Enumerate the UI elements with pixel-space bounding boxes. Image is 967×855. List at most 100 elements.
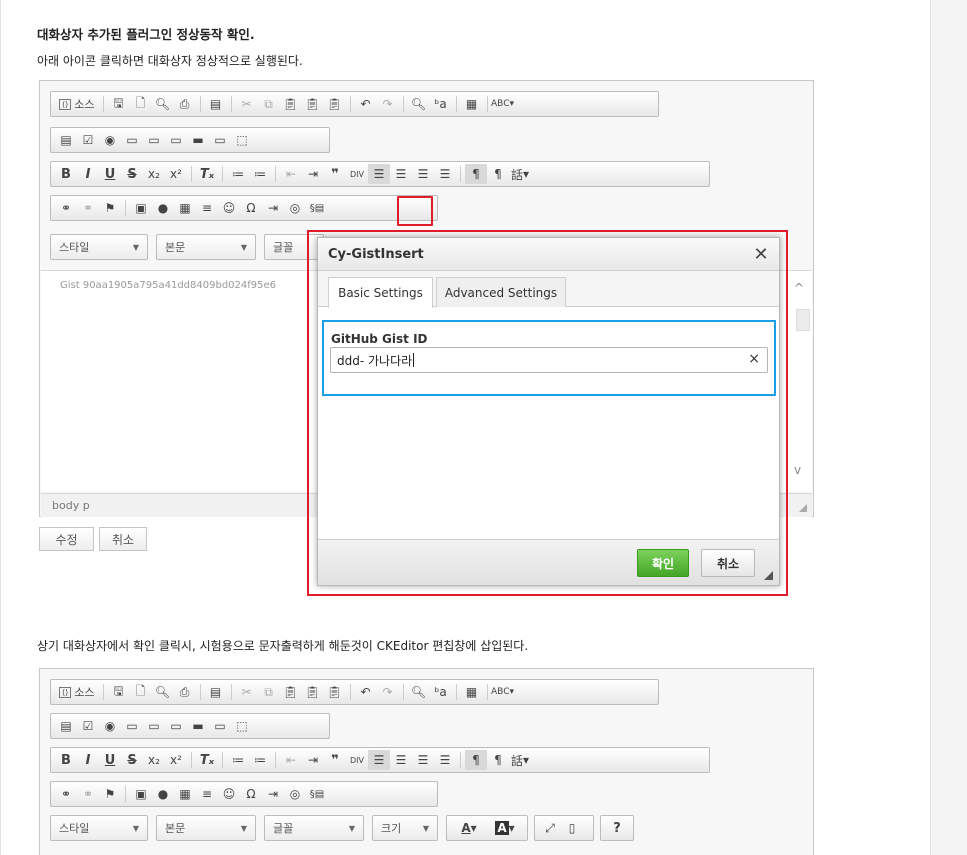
undo-icon[interactable]: ↶ <box>355 682 377 702</box>
templates-icon[interactable]: ▤ <box>205 94 227 114</box>
smiley-icon[interactable]: ☺ <box>218 784 240 804</box>
outdent-icon[interactable]: ⇤ <box>280 750 302 770</box>
subscript-icon[interactable]: x₂ <box>143 750 165 770</box>
maximize-icon[interactable]: ⤢ <box>539 818 561 838</box>
justify-icon[interactable]: ☰ <box>434 164 456 184</box>
underline-icon[interactable]: U <box>99 164 121 184</box>
button-icon[interactable]: ▬ <box>187 716 209 736</box>
chevron-up-icon[interactable]: ^ <box>794 281 804 295</box>
special-char-icon[interactable]: Ω <box>240 784 262 804</box>
textfield-icon[interactable]: ▭ <box>121 130 143 150</box>
anchor-icon[interactable]: ⚑ <box>99 784 121 804</box>
iframe-icon[interactable]: ◎ <box>284 784 306 804</box>
page-break-icon[interactable]: ⇥ <box>262 198 284 218</box>
clear-icon[interactable]: × <box>748 351 760 367</box>
radio-icon[interactable]: ◉ <box>99 716 121 736</box>
hidden-field-icon[interactable]: ⬚ <box>231 716 253 736</box>
cancel-button[interactable]: 취소 <box>99 527 147 551</box>
save-icon[interactable]: 🖫 <box>108 94 130 114</box>
cut-icon[interactable]: ✂ <box>236 682 258 702</box>
gist-id-input[interactable]: ddd- 가나다라 × <box>330 347 768 373</box>
status-path[interactable]: body p <box>52 499 90 512</box>
flash-icon[interactable]: ● <box>152 784 174 804</box>
horizontal-rule-icon[interactable]: ≡ <box>196 784 218 804</box>
gist-insert-icon[interactable]: §▤ <box>306 784 328 804</box>
close-icon[interactable]: ✕ <box>751 244 771 265</box>
preview-icon[interactable]: 🔍︎ <box>152 682 174 702</box>
scrollbar-thumb[interactable] <box>796 309 810 331</box>
italic-icon[interactable]: I <box>77 750 99 770</box>
dialog-cancel-button[interactable]: 취소 <box>701 549 755 577</box>
textarea-icon[interactable]: ▭ <box>143 130 165 150</box>
iframe-icon[interactable]: ◎ <box>284 198 306 218</box>
hidden-field-icon[interactable]: ⬚ <box>231 130 253 150</box>
blockquote-icon[interactable]: ❞ <box>324 164 346 184</box>
button-icon[interactable]: ▬ <box>187 130 209 150</box>
rtl-icon[interactable]: ¶ <box>487 750 509 770</box>
checkbox-icon[interactable]: ☑ <box>77 716 99 736</box>
find-icon[interactable]: 🔍︎ <box>408 94 430 114</box>
link-icon[interactable]: ⚭ <box>55 198 77 218</box>
unlink-icon[interactable]: ⚭ <box>77 198 99 218</box>
bulleted-list-icon[interactable]: ≔ <box>249 164 271 184</box>
preview-icon[interactable]: 🔍︎ <box>152 94 174 114</box>
tab-advanced-settings[interactable]: Advanced Settings <box>436 277 566 307</box>
blockquote-icon[interactable]: ❞ <box>324 750 346 770</box>
remove-format-icon[interactable]: Tₓ <box>196 750 218 770</box>
help-icon[interactable]: ? <box>606 818 628 838</box>
bulleted-list-icon[interactable]: ≔ <box>249 750 271 770</box>
image-icon[interactable]: ▣ <box>130 198 152 218</box>
select-all-icon[interactable]: ▦ <box>461 94 483 114</box>
superscript-icon[interactable]: x² <box>165 164 187 184</box>
image-button-icon[interactable]: ▭ <box>209 130 231 150</box>
style-combo[interactable]: 스타일 ▼ <box>50 234 148 260</box>
paste-icon[interactable]: 📋︎ <box>280 94 302 114</box>
indent-icon[interactable]: ⇥ <box>302 750 324 770</box>
ltr-icon[interactable]: ¶ <box>465 164 487 184</box>
format-combo[interactable]: 본문 ▼ <box>156 234 256 260</box>
paste-word-icon[interactable]: 📋︎ <box>324 682 346 702</box>
align-center-icon[interactable]: ☰ <box>390 164 412 184</box>
copy-icon[interactable]: ⧉ <box>258 682 280 702</box>
textfield-icon[interactable]: ▭ <box>121 716 143 736</box>
replace-icon[interactable]: ᵇa <box>430 682 452 702</box>
font-combo[interactable]: 글꼴 ▼ <box>264 815 364 841</box>
redo-icon[interactable]: ↷ <box>377 682 399 702</box>
anchor-icon[interactable]: ⚑ <box>99 198 121 218</box>
paste-text-icon[interactable]: 📋︎ <box>302 94 324 114</box>
new-page-icon[interactable]: 🗋 <box>130 94 152 114</box>
language-icon[interactable]: 話 ▾ <box>509 750 531 770</box>
align-left-icon[interactable]: ☰ <box>368 750 390 770</box>
image-button-icon[interactable]: ▭ <box>209 716 231 736</box>
textarea-icon[interactable]: ▭ <box>143 716 165 736</box>
justify-icon[interactable]: ☰ <box>434 750 456 770</box>
rtl-icon[interactable]: ¶ <box>487 164 509 184</box>
link-icon[interactable]: ⚭ <box>55 784 77 804</box>
source-button[interactable]: ⟨⟩ 소스 <box>55 96 99 112</box>
paste-word-icon[interactable]: 📋︎ <box>324 94 346 114</box>
underline-icon[interactable]: U <box>99 750 121 770</box>
remove-format-icon[interactable]: Tₓ <box>196 164 218 184</box>
div-icon[interactable]: DIV <box>346 164 368 184</box>
spellcheck-icon[interactable]: ABC▾ <box>491 94 514 114</box>
subscript-icon[interactable]: x₂ <box>143 164 165 184</box>
cut-icon[interactable]: ✂ <box>236 94 258 114</box>
checkbox-icon[interactable]: ☑ <box>77 130 99 150</box>
paste-text-icon[interactable]: 📋︎ <box>302 682 324 702</box>
outdent-icon[interactable]: ⇤ <box>280 164 302 184</box>
paste-icon[interactable]: 📋︎ <box>280 682 302 702</box>
resize-grip-icon[interactable] <box>764 571 773 580</box>
flash-icon[interactable]: ● <box>152 198 174 218</box>
ltr-icon[interactable]: ¶ <box>465 750 487 770</box>
gist-insert-icon[interactable]: §▤ <box>306 198 328 218</box>
align-left-icon[interactable]: ☰ <box>368 164 390 184</box>
select-all-icon[interactable]: ▦ <box>461 682 483 702</box>
new-page-icon[interactable]: 🗋 <box>130 682 152 702</box>
edit-button[interactable]: 수정 <box>39 527 94 551</box>
language-icon[interactable]: 話 ▾ <box>509 164 531 184</box>
tab-basic-settings[interactable]: Basic Settings <box>328 277 433 308</box>
print-icon[interactable]: ⎙ <box>174 94 196 114</box>
indent-icon[interactable]: ⇥ <box>302 164 324 184</box>
redo-icon[interactable]: ↷ <box>377 94 399 114</box>
unlink-icon[interactable]: ⚭ <box>77 784 99 804</box>
